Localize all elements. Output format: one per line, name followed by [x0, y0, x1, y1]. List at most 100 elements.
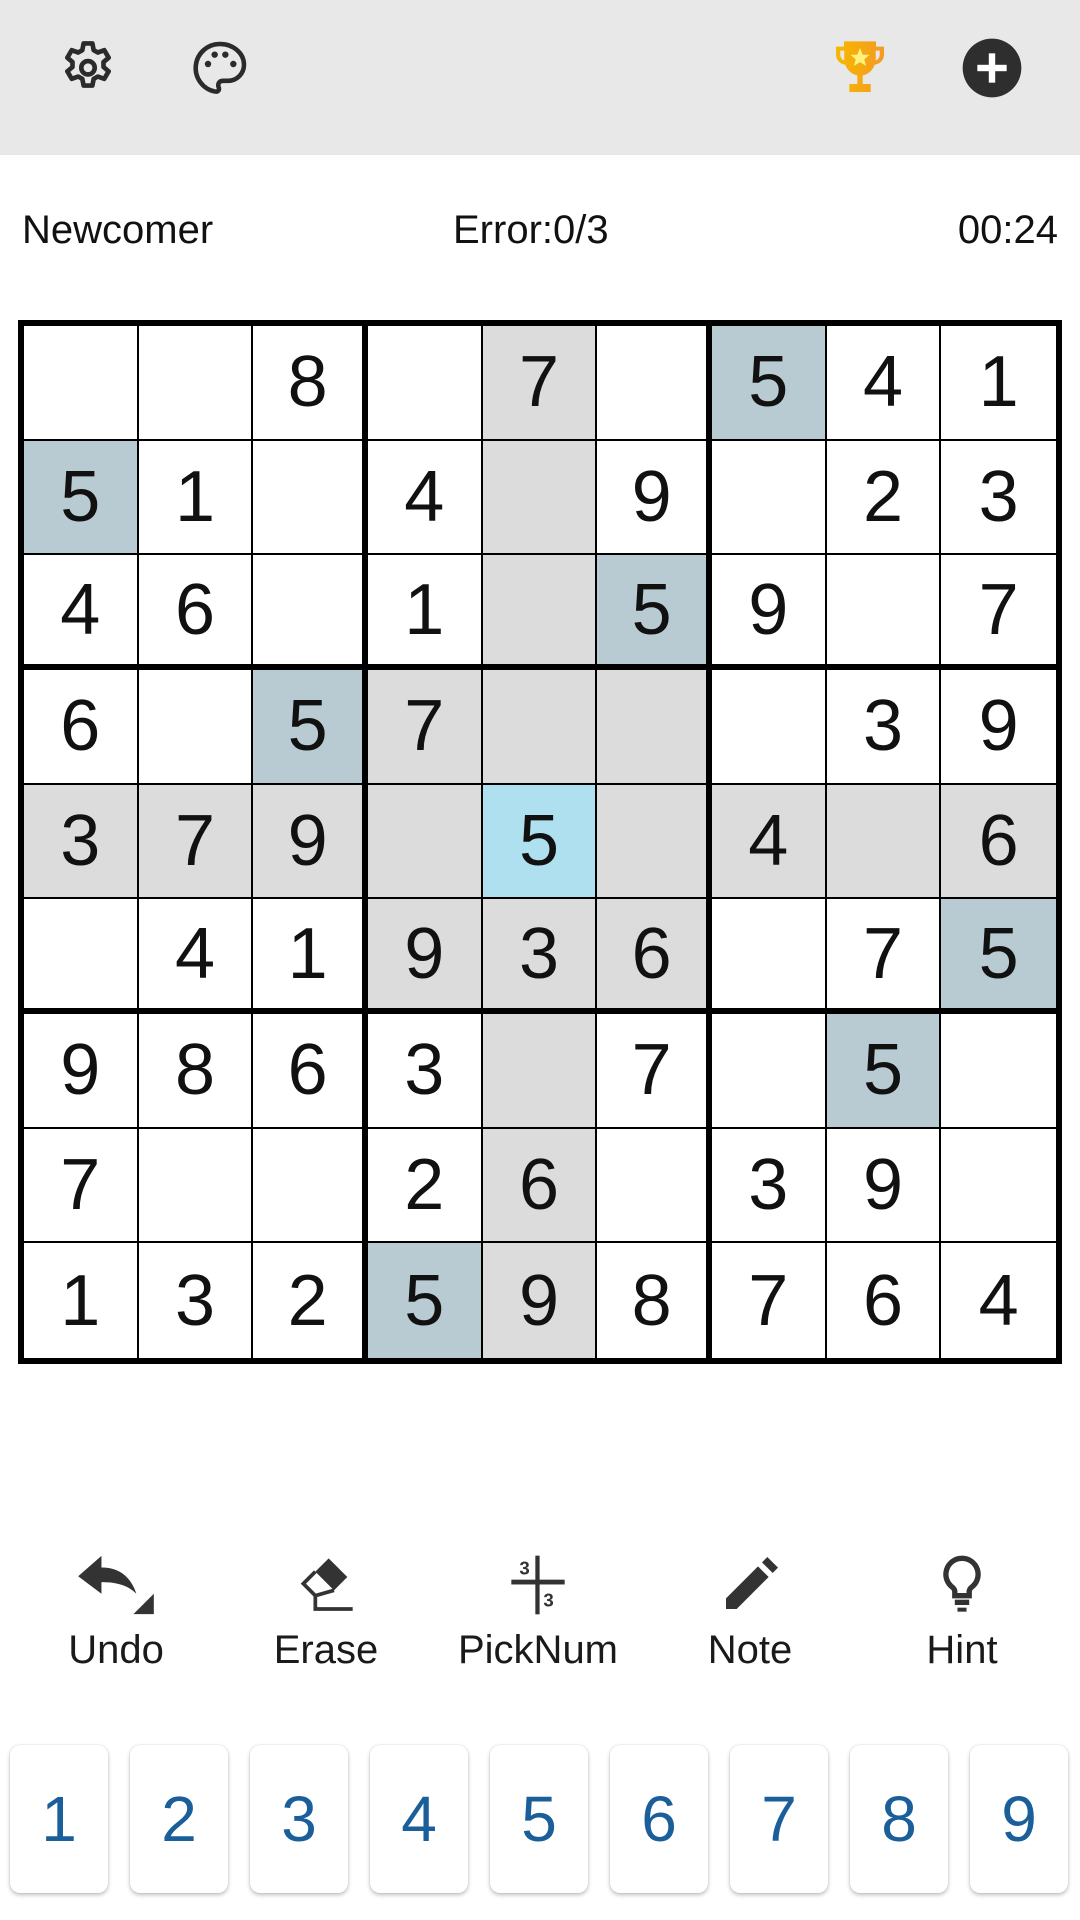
cell-r9-c1[interactable]: 1	[24, 1243, 139, 1358]
cell-r5-c9[interactable]: 6	[941, 784, 1056, 900]
cell-r8-c3[interactable]	[253, 1128, 368, 1244]
cell-r1-c1[interactable]	[24, 326, 139, 441]
cell-r1-c5[interactable]: 7	[482, 326, 598, 441]
cell-r9-c3[interactable]: 2	[253, 1243, 368, 1358]
cell-r5-c5[interactable]: 5	[482, 784, 598, 900]
cell-r5-c7[interactable]: 4	[711, 784, 827, 900]
cell-r8-c9[interactable]	[941, 1128, 1056, 1244]
cell-r7-c9[interactable]	[941, 1013, 1056, 1129]
cell-r2-c5[interactable]	[482, 440, 598, 556]
cell-r7-c6[interactable]: 7	[597, 1013, 712, 1129]
cell-r1-c2[interactable]	[138, 326, 254, 441]
cell-r7-c5[interactable]	[482, 1013, 598, 1129]
cell-r6-c7[interactable]	[711, 899, 827, 1014]
cell-r8-c7[interactable]: 3	[711, 1128, 827, 1244]
new-game-button[interactable]	[960, 36, 1024, 100]
cell-r4-c2[interactable]	[138, 669, 254, 785]
cell-r3-c7[interactable]: 9	[711, 555, 827, 670]
cell-r9-c8[interactable]: 6	[826, 1243, 942, 1358]
cell-r8-c5[interactable]: 6	[482, 1128, 598, 1244]
cell-r1-c3[interactable]: 8	[253, 326, 368, 441]
hint-button[interactable]: Hint	[872, 1550, 1052, 1680]
number-key-1[interactable]: 1	[10, 1745, 108, 1893]
number-key-8[interactable]: 8	[850, 1745, 948, 1893]
theme-button[interactable]	[188, 36, 252, 100]
cell-r2-c7[interactable]	[711, 440, 827, 556]
cell-r2-c1[interactable]: 5	[24, 440, 139, 556]
cell-r9-c6[interactable]: 8	[597, 1243, 712, 1358]
cell-r7-c3[interactable]: 6	[253, 1013, 368, 1129]
cell-r5-c1[interactable]: 3	[24, 784, 139, 900]
cell-r8-c8[interactable]: 9	[826, 1128, 942, 1244]
number-key-6[interactable]: 6	[610, 1745, 708, 1893]
cell-r7-c8[interactable]: 5	[826, 1013, 942, 1129]
cell-r2-c3[interactable]	[253, 440, 368, 556]
settings-button[interactable]	[56, 36, 120, 100]
cell-r5-c4[interactable]	[367, 784, 483, 900]
cell-r2-c6[interactable]: 9	[597, 440, 712, 556]
cell-r5-c8[interactable]	[826, 784, 942, 900]
number-key-4[interactable]: 4	[370, 1745, 468, 1893]
cell-r1-c4[interactable]	[367, 326, 483, 441]
cell-r2-c4[interactable]: 4	[367, 440, 483, 556]
cell-r3-c6[interactable]: 5	[597, 555, 712, 670]
cell-r6-c8[interactable]: 7	[826, 899, 942, 1014]
cell-r1-c9[interactable]: 1	[941, 326, 1056, 441]
erase-label: Erase	[273, 1628, 379, 1672]
cell-r8-c2[interactable]	[138, 1128, 254, 1244]
cell-r3-c9[interactable]: 7	[941, 555, 1056, 670]
cell-r6-c1[interactable]	[24, 899, 139, 1014]
achievements-button[interactable]	[828, 36, 892, 100]
cell-r3-c8[interactable]	[826, 555, 942, 670]
number-key-3[interactable]: 3	[250, 1745, 348, 1893]
undo-button[interactable]: Undo	[26, 1550, 206, 1680]
cell-r9-c5[interactable]: 9	[482, 1243, 598, 1358]
cell-r4-c1[interactable]: 6	[24, 669, 139, 785]
cell-r4-c5[interactable]	[482, 669, 598, 785]
cell-r5-c2[interactable]: 7	[138, 784, 254, 900]
cell-r7-c1[interactable]: 9	[24, 1013, 139, 1129]
cell-r6-c2[interactable]: 4	[138, 899, 254, 1014]
cell-r3-c1[interactable]: 4	[24, 555, 139, 670]
cell-r3-c2[interactable]: 6	[138, 555, 254, 670]
cell-r4-c7[interactable]	[711, 669, 827, 785]
cell-r4-c8[interactable]: 3	[826, 669, 942, 785]
cell-r9-c2[interactable]: 3	[138, 1243, 254, 1358]
number-key-2[interactable]: 2	[130, 1745, 228, 1893]
number-key-9[interactable]: 9	[970, 1745, 1068, 1893]
cell-r4-c4[interactable]: 7	[367, 669, 483, 785]
cell-r6-c6[interactable]: 6	[597, 899, 712, 1014]
cell-r4-c6[interactable]	[597, 669, 712, 785]
cell-r8-c6[interactable]	[597, 1128, 712, 1244]
cell-r6-c4[interactable]: 9	[367, 899, 483, 1014]
cell-r4-c3[interactable]: 5	[253, 669, 368, 785]
cell-r2-c9[interactable]: 3	[941, 440, 1056, 556]
cell-r3-c3[interactable]	[253, 555, 368, 670]
cell-r3-c4[interactable]: 1	[367, 555, 483, 670]
cell-r5-c6[interactable]	[597, 784, 712, 900]
picknum-button[interactable]: 3 3 PickNum	[448, 1550, 628, 1680]
cell-r6-c9[interactable]: 5	[941, 899, 1056, 1014]
cell-r8-c1[interactable]: 7	[24, 1128, 139, 1244]
erase-button[interactable]: Erase	[236, 1550, 416, 1680]
cell-r1-c8[interactable]: 4	[826, 326, 942, 441]
cell-r1-c6[interactable]	[597, 326, 712, 441]
cell-r5-c3[interactable]: 9	[253, 784, 368, 900]
cell-r7-c2[interactable]: 8	[138, 1013, 254, 1129]
number-key-7[interactable]: 7	[730, 1745, 828, 1893]
cell-r4-c9[interactable]: 9	[941, 669, 1056, 785]
note-button[interactable]: Note	[660, 1550, 840, 1680]
cell-r1-c7[interactable]: 5	[711, 326, 827, 441]
cell-r9-c9[interactable]: 4	[941, 1243, 1056, 1358]
cell-r8-c4[interactable]: 2	[367, 1128, 483, 1244]
cell-r9-c4[interactable]: 5	[367, 1243, 483, 1358]
cell-r2-c2[interactable]: 1	[138, 440, 254, 556]
cell-r2-c8[interactable]: 2	[826, 440, 942, 556]
number-key-5[interactable]: 5	[490, 1745, 588, 1893]
cell-r6-c3[interactable]: 1	[253, 899, 368, 1014]
cell-r6-c5[interactable]: 3	[482, 899, 598, 1014]
cell-r7-c7[interactable]	[711, 1013, 827, 1129]
cell-r3-c5[interactable]	[482, 555, 598, 670]
cell-r7-c4[interactable]: 3	[367, 1013, 483, 1129]
cell-r9-c7[interactable]: 7	[711, 1243, 827, 1358]
